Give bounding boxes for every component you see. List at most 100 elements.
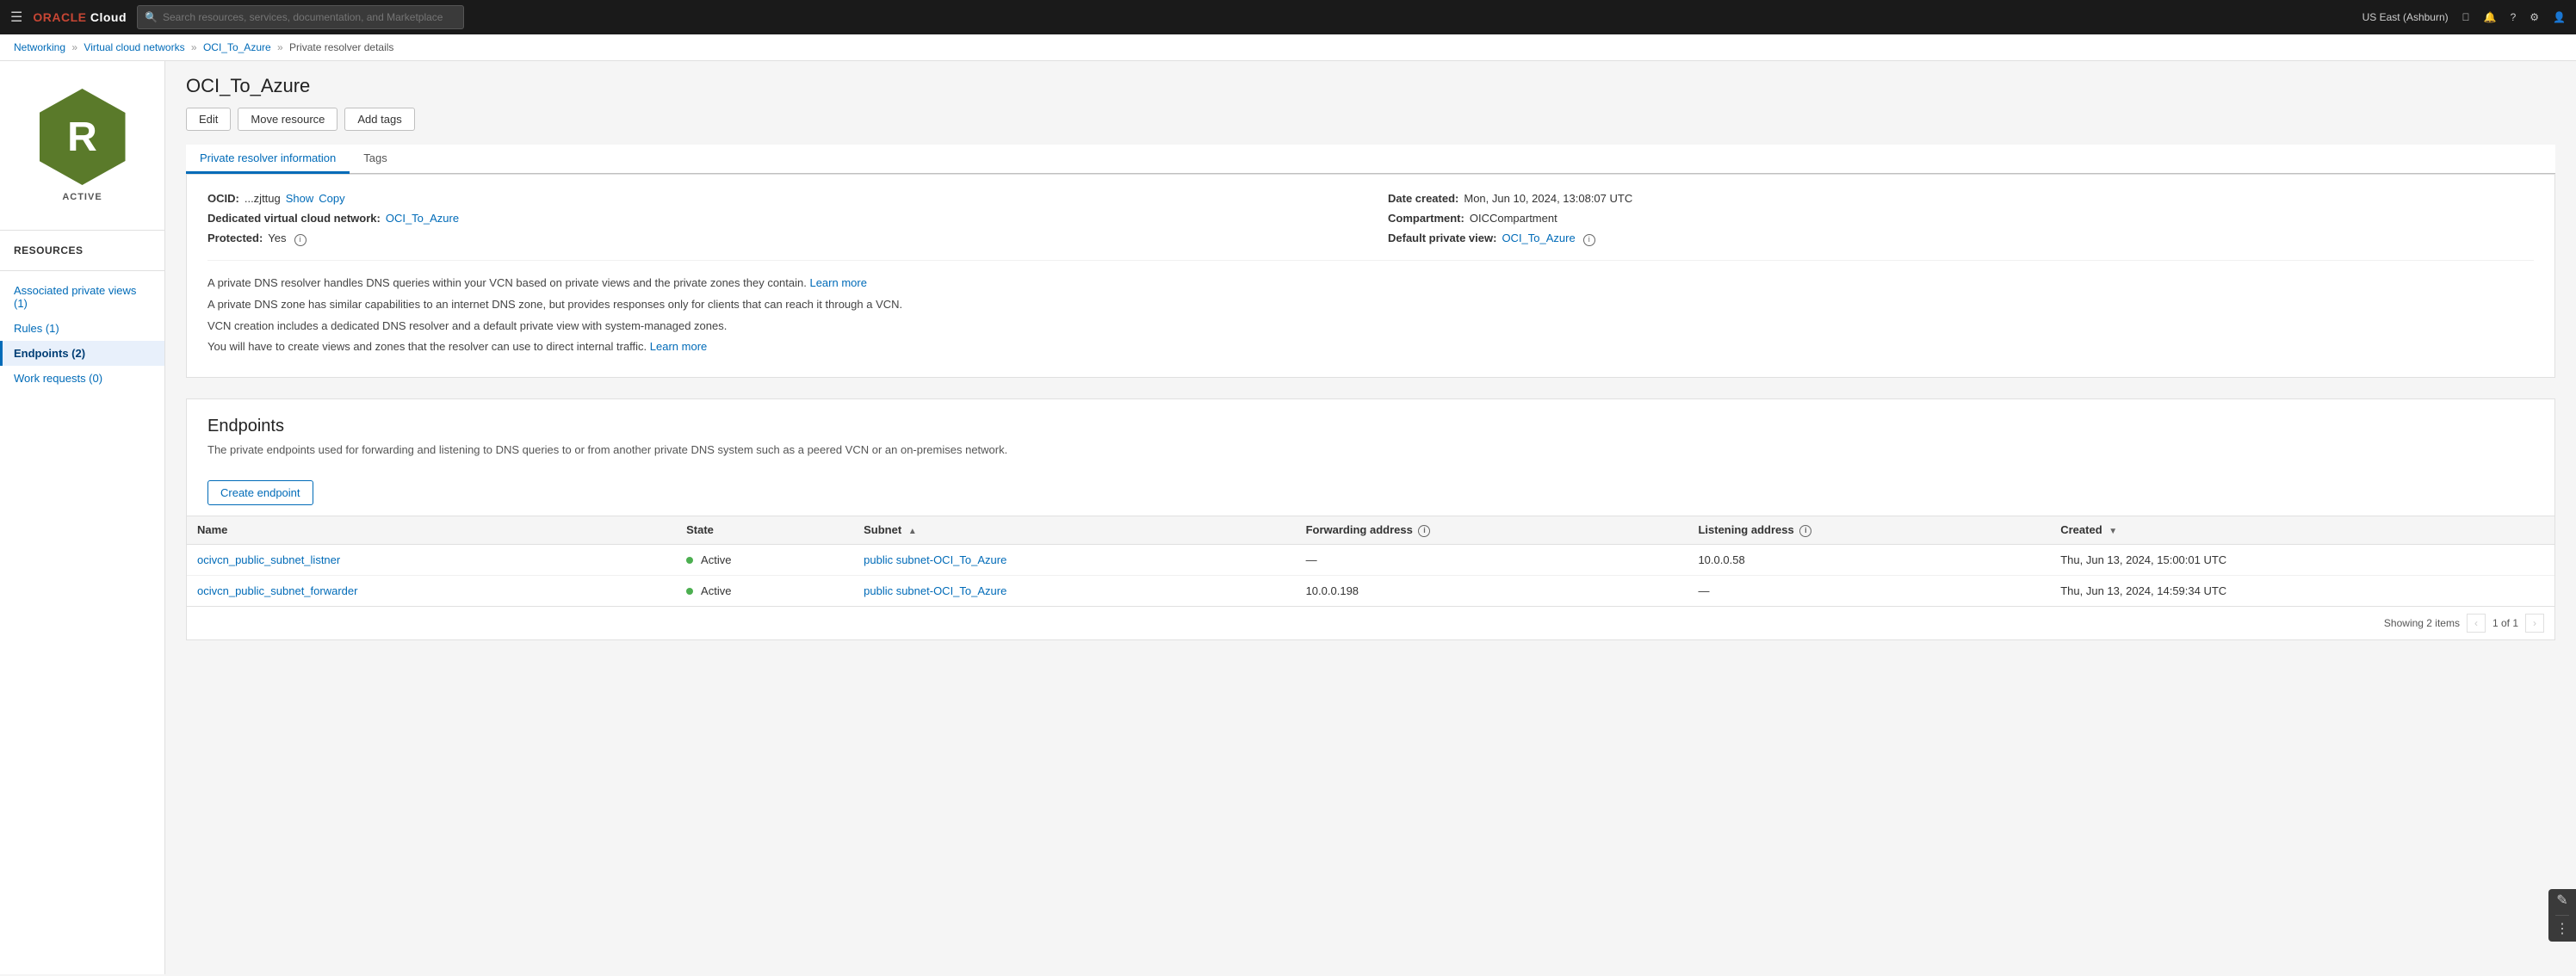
subnet-sort-icon: ▲ (908, 527, 917, 536)
desc-line-4: You will have to create views and zones … (207, 338, 2534, 356)
col-listening: Listening address i (1687, 516, 2050, 545)
endpoints-actions: Create endpoint (187, 473, 2554, 516)
sidebar-item-associated-private-views[interactable]: Associated private views (1) (0, 278, 164, 316)
created-sort-icon: ▼ (2108, 527, 2117, 536)
info-panel: OCID: ...zjttug Show Copy Dedicated virt… (186, 174, 2555, 378)
row2-name-link[interactable]: ocivcn_public_subnet_forwarder (197, 584, 357, 597)
hamburger-menu[interactable]: ☰ (10, 9, 22, 26)
desc-line-2: A private DNS zone has similar capabilit… (207, 296, 2534, 314)
ocid-show-link[interactable]: Show (286, 192, 314, 205)
col-forwarding: Forwarding address i (1296, 516, 1688, 545)
page-title: OCI_To_Azure (186, 75, 2555, 97)
float-icon-1[interactable]: ✎ (2556, 894, 2567, 908)
sidebar-divider-resources (0, 270, 164, 271)
endpoints-title: Endpoints (207, 417, 2534, 436)
row1-state-text: Active (701, 553, 731, 566)
row1-created: Thu, Jun 13, 2024, 15:00:01 UTC (2050, 544, 2554, 575)
pagination-prev[interactable]: ‹ (2467, 614, 2486, 633)
row1-state: Active (676, 544, 853, 575)
notifications-icon[interactable]: 🔔 (2484, 11, 2497, 23)
move-resource-button[interactable]: Move resource (238, 108, 337, 131)
ocid-row: OCID: ...zjttug Show Copy (207, 192, 1353, 205)
pagination-next[interactable]: › (2525, 614, 2544, 633)
search-icon: 🔍 (145, 11, 158, 23)
row2-subnet-link[interactable]: public subnet-OCI_To_Azure (864, 584, 1006, 597)
breadcrumb: Networking » Virtual cloud networks » OC… (0, 34, 2576, 61)
breadcrumb-resource[interactable]: OCI_To_Azure (203, 41, 271, 53)
row1-subnet: public subnet-OCI_To_Azure (853, 544, 1295, 575)
default-view-value-link[interactable]: OCI_To_Azure (1502, 232, 1575, 244)
breadcrumb-current: Private resolver details (289, 41, 393, 53)
forwarding-info-icon[interactable]: i (1418, 525, 1430, 537)
row1-name: ocivcn_public_subnet_listner (187, 544, 676, 575)
breadcrumb-sep-2: » (191, 41, 197, 53)
create-endpoint-button[interactable]: Create endpoint (207, 480, 313, 505)
col-name: Name (187, 516, 676, 545)
protected-label: Protected: (207, 232, 263, 244)
page-indicator: 1 of 1 (2492, 617, 2518, 629)
tab-tags[interactable]: Tags (350, 145, 400, 174)
resource-initial: R (67, 114, 97, 161)
ocid-label: OCID: (207, 192, 239, 205)
vcn-row: Dedicated virtual cloud network: OCI_To_… (207, 212, 1353, 225)
protected-info-icon[interactable]: i (294, 234, 307, 246)
default-view-info-icon[interactable]: i (1583, 234, 1595, 246)
content-area: OCI_To_Azure Edit Move resource Add tags… (165, 61, 2576, 974)
float-icon-2[interactable]: ⋮ (2555, 923, 2569, 936)
search-box[interactable]: 🔍 (137, 5, 464, 29)
default-view-label: Default private view: (1388, 232, 1496, 244)
col-state: State (676, 516, 853, 545)
row1-listening: 10.0.0.58 (1687, 544, 2050, 575)
endpoints-header: Endpoints The private endpoints used for… (187, 399, 2554, 473)
sidebar-divider-top (0, 230, 164, 231)
add-tags-button[interactable]: Add tags (344, 108, 414, 131)
desc-line-1: A private DNS resolver handles DNS queri… (207, 275, 2534, 293)
breadcrumb-networking[interactable]: Networking (14, 41, 65, 53)
date-label: Date created: (1388, 192, 1458, 205)
row2-listening: — (1687, 575, 2050, 606)
row1-name-link[interactable]: ocivcn_public_subnet_listner (197, 553, 340, 566)
compartment-value: OICCompartment (1470, 212, 1557, 225)
table-row: ocivcn_public_subnet_forwarder Active pu… (187, 575, 2554, 606)
top-navigation: ☰ ORACLE Cloud 🔍 US East (Ashburn)  🔔 ?… (0, 0, 2576, 34)
endpoints-table: Name State Subnet ▲ Forwarding address i (187, 516, 2554, 606)
resource-status: ACTIVE (62, 192, 102, 202)
user-icon[interactable]: 👤 (2553, 11, 2566, 23)
sidebar-item-work-requests[interactable]: Work requests (0) (0, 366, 164, 391)
row1-subnet-link[interactable]: public subnet-OCI_To_Azure (864, 553, 1006, 566)
row2-name: ocivcn_public_subnet_forwarder (187, 575, 676, 606)
row1-forwarding: — (1296, 544, 1688, 575)
search-input[interactable] (163, 11, 456, 23)
date-row: Date created: Mon, Jun 10, 2024, 13:08:0… (1388, 192, 2534, 205)
col-subnet[interactable]: Subnet ▲ (853, 516, 1295, 545)
region-selector[interactable]: US East (Ashburn) (2362, 11, 2449, 23)
row2-forwarding: 10.0.0.198 (1296, 575, 1688, 606)
sidebar-logo: R ACTIVE (0, 75, 164, 223)
sidebar-item-rules[interactable]: Rules (1) (0, 316, 164, 341)
sidebar: R ACTIVE Resources Associated private vi… (0, 61, 165, 974)
info-description: A private DNS resolver handles DNS queri… (207, 260, 2534, 356)
table-footer: Showing 2 items ‹ 1 of 1 › (187, 606, 2554, 639)
vcn-value-link[interactable]: OCI_To_Azure (386, 212, 459, 225)
learn-more-link-1[interactable]: Learn more (809, 276, 866, 289)
float-divider (2555, 915, 2569, 916)
tab-resolver-info[interactable]: Private resolver information (186, 145, 350, 174)
row2-state: Active (676, 575, 853, 606)
cloud-shell-icon[interactable]:  (2462, 11, 2470, 23)
info-grid: OCID: ...zjttug Show Copy Dedicated virt… (207, 192, 2534, 246)
float-panel: ✎ ⋮ (2548, 889, 2576, 942)
nav-right: US East (Ashburn)  🔔 ? ⚙ 👤 (2362, 11, 2566, 23)
breadcrumb-sep-3: » (277, 41, 283, 53)
table-header-row: Name State Subnet ▲ Forwarding address i (187, 516, 2554, 545)
help-icon[interactable]: ? (2511, 11, 2517, 23)
compartment-row: Compartment: OICCompartment (1388, 212, 2534, 225)
learn-more-link-2[interactable]: Learn more (650, 340, 707, 353)
col-created[interactable]: Created ▼ (2050, 516, 2554, 545)
listening-info-icon[interactable]: i (1799, 525, 1811, 537)
desc-line-3: VCN creation includes a dedicated DNS re… (207, 318, 2534, 336)
breadcrumb-vcn[interactable]: Virtual cloud networks (84, 41, 184, 53)
settings-icon[interactable]: ⚙ (2530, 11, 2539, 23)
ocid-copy-link[interactable]: Copy (319, 192, 344, 205)
edit-button[interactable]: Edit (186, 108, 231, 131)
sidebar-item-endpoints[interactable]: Endpoints (2) (0, 341, 164, 366)
